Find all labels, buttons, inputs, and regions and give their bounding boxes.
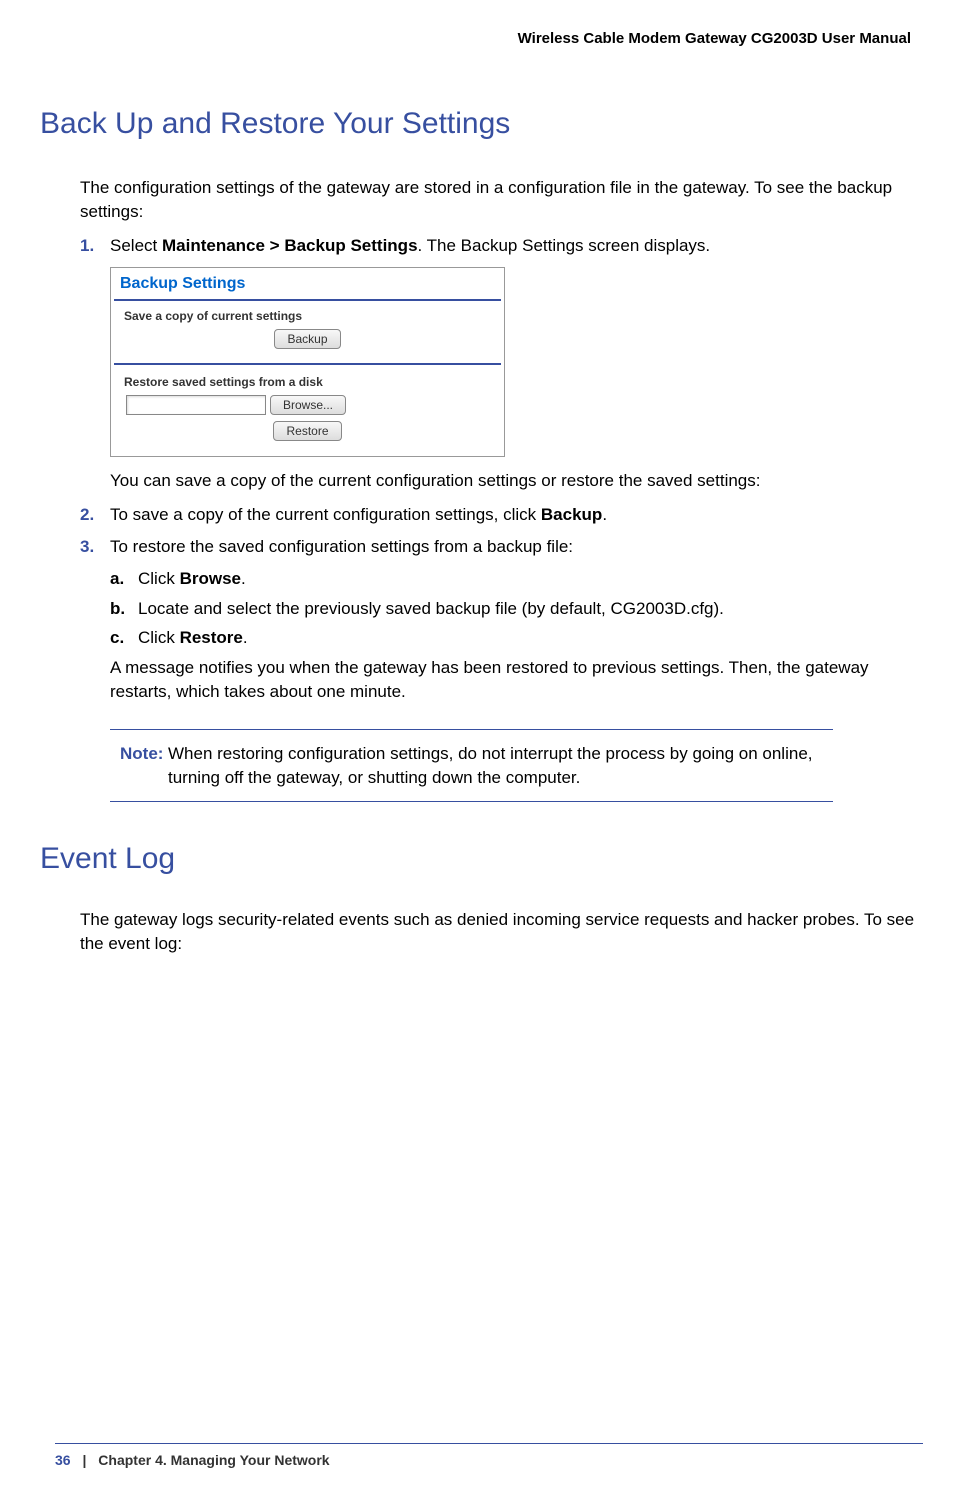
step-number: 1.	[80, 234, 110, 258]
after-substeps-text: A message notifies you when the gateway …	[110, 656, 923, 704]
after-screenshot-text: You can save a copy of the current confi…	[110, 469, 923, 493]
save-copy-label: Save a copy of current settings	[124, 309, 491, 323]
chapter-label: Chapter 4. Managing Your Network	[98, 1452, 329, 1468]
step-number: 3.	[80, 535, 110, 559]
step-text-bold: Maintenance > Backup Settings	[162, 236, 418, 255]
step-text-suffix: . The Backup Settings screen displays.	[418, 236, 711, 255]
document-header-title: Wireless Cable Modem Gateway CG2003D Use…	[55, 30, 923, 47]
sub-step-a: a. Click Browse.	[110, 567, 923, 591]
sub-text-suffix: .	[243, 628, 248, 647]
step-2: 2. To save a copy of the current configu…	[80, 503, 923, 527]
step-text-bold: Backup	[541, 505, 602, 524]
restore-button[interactable]: Restore	[273, 421, 341, 441]
sub-text-bold: Browse	[180, 569, 241, 588]
sub-letter: b.	[110, 597, 138, 621]
sub-text: Click Browse.	[138, 567, 246, 591]
step-text: To restore the saved configuration setti…	[110, 535, 923, 559]
step-text-prefix: Select	[110, 236, 162, 255]
backup-settings-screenshot: Backup Settings Save a copy of current s…	[110, 267, 505, 457]
restore-label: Restore saved settings from a disk	[124, 375, 491, 389]
step-3: 3. To restore the saved configuration se…	[80, 535, 923, 559]
footer-separator: |	[82, 1452, 86, 1468]
sub-text: Locate and select the previously saved b…	[138, 597, 724, 621]
sub-text-prefix: Click	[138, 628, 180, 647]
intro-paragraph: The configuration settings of the gatewa…	[80, 176, 923, 224]
step-text: To save a copy of the current configurat…	[110, 503, 923, 527]
step-text: Select Maintenance > Backup Settings. Th…	[110, 234, 923, 258]
section-heading-backup-restore: Back Up and Restore Your Settings	[40, 107, 923, 141]
note-text: When restoring configuration settings, d…	[168, 742, 833, 790]
sub-text-suffix: .	[241, 569, 246, 588]
step-text-prefix: To save a copy of the current configurat…	[110, 505, 541, 524]
backup-button[interactable]: Backup	[274, 329, 340, 349]
sub-letter: a.	[110, 567, 138, 591]
screenshot-title: Backup Settings	[114, 271, 501, 301]
screenshot-divider	[114, 363, 501, 365]
step-text-suffix: .	[602, 505, 607, 524]
page-footer: 36 | Chapter 4. Managing Your Network	[0, 1443, 978, 1468]
section-heading-event-log: Event Log	[40, 842, 923, 876]
step-1: 1. Select Maintenance > Backup Settings.…	[80, 234, 923, 258]
sub-text: Click Restore.	[138, 626, 248, 650]
browse-button[interactable]: Browse...	[270, 395, 346, 415]
footer-divider	[55, 1443, 923, 1444]
sub-text-prefix: Click	[138, 569, 180, 588]
sub-letter: c.	[110, 626, 138, 650]
note-label: Note:	[110, 742, 168, 790]
sub-text-bold: Restore	[180, 628, 243, 647]
note-block: Note: When restoring configuration setti…	[110, 729, 833, 803]
file-path-input[interactable]	[126, 395, 266, 415]
step-number: 2.	[80, 503, 110, 527]
event-log-intro: The gateway logs security-related events…	[80, 908, 923, 956]
sub-step-c: c. Click Restore.	[110, 626, 923, 650]
page-number: 36	[55, 1452, 71, 1468]
sub-step-b: b. Locate and select the previously save…	[110, 597, 923, 621]
